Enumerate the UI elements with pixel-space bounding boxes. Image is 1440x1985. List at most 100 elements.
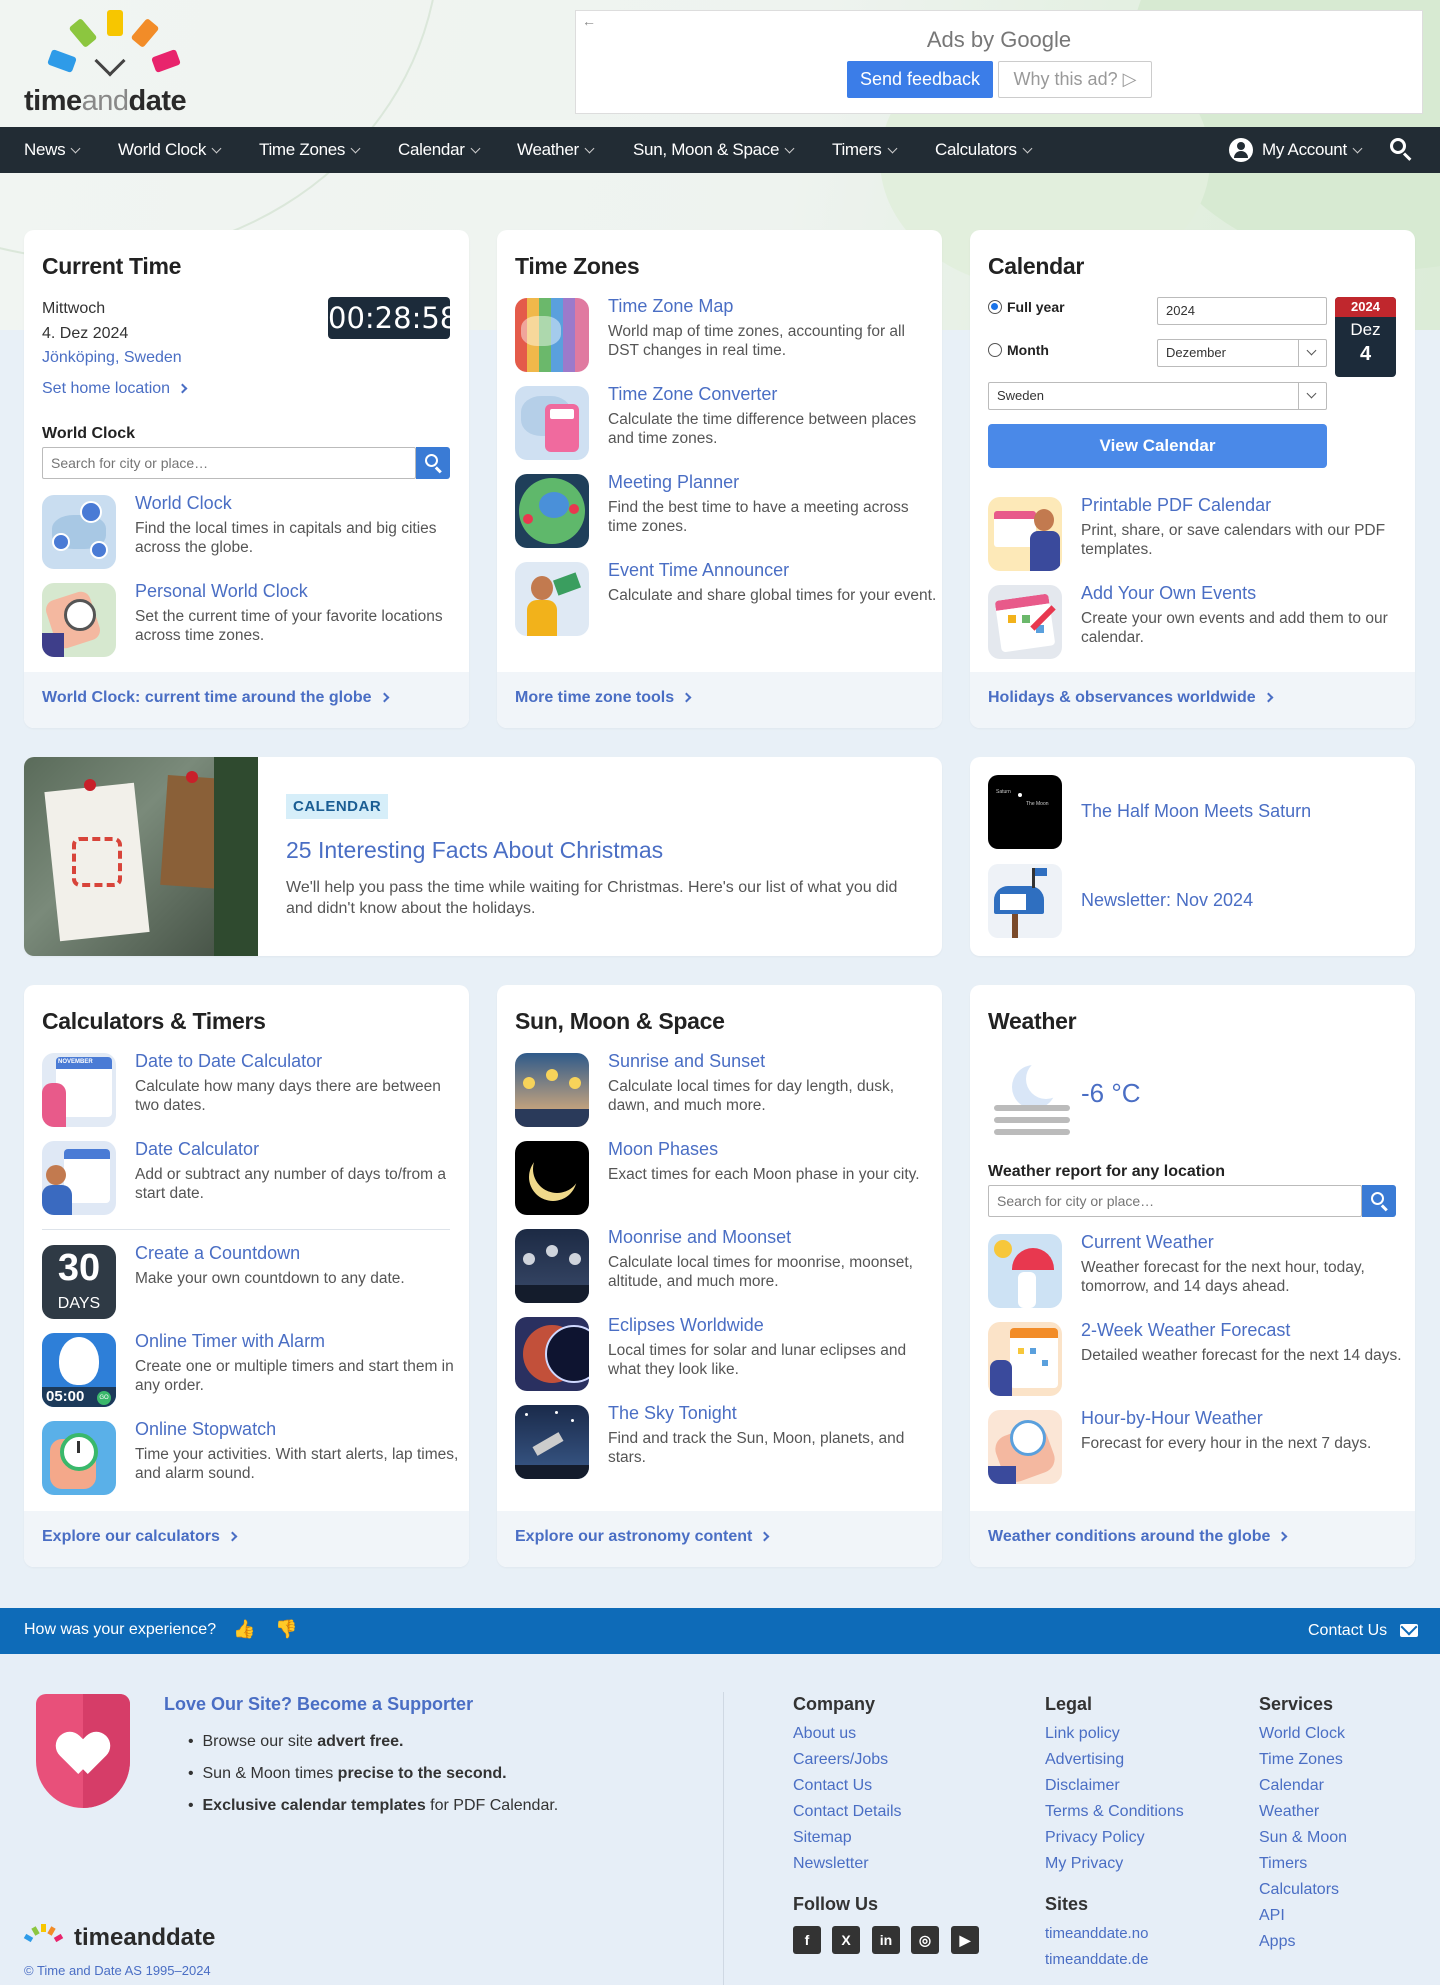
tool-event-time-announcer[interactable]: Event Time Announcer Calculate and share… [515, 560, 936, 638]
tool-meeting-planner[interactable]: Meeting Planner Find the best time to ha… [515, 472, 935, 550]
thumbs-down-icon[interactable]: 👎 [275, 1619, 297, 1640]
tool-title[interactable]: Moon Phases [608, 1139, 718, 1160]
footer-link-advertising[interactable]: Advertising [1045, 1751, 1124, 1769]
tool-title[interactable]: Online Timer with Alarm [135, 1331, 325, 1352]
send-feedback-button[interactable]: Send feedback [847, 61, 993, 98]
tool-date-calculator[interactable]: Date Calculator Add or subtract any numb… [42, 1139, 462, 1217]
footer-link-world-clock[interactable]: World Clock [1259, 1725, 1345, 1743]
tool-current-weather[interactable]: Current Weather Weather forecast for the… [988, 1232, 1408, 1310]
footer-link-about-us[interactable]: About us [793, 1725, 856, 1743]
nav-my-account[interactable]: My Account [1262, 140, 1363, 160]
footer-link-calendar[interactable]: Calendar [1259, 1777, 1324, 1795]
world-clock-footer-link[interactable]: World Clock: current time around the glo… [42, 689, 389, 707]
footer-link-link-policy[interactable]: Link policy [1045, 1725, 1120, 1743]
tool-online-stopwatch[interactable]: Online Stopwatch Time your activities. W… [42, 1419, 462, 1497]
nav-news[interactable]: News [24, 140, 81, 160]
tool-title[interactable]: Moonrise and Moonset [608, 1227, 791, 1248]
tool-title[interactable]: 2-Week Weather Forecast [1081, 1320, 1290, 1341]
thumbs-up-icon[interactable]: 👍 [233, 1619, 255, 1640]
tool-title[interactable]: The Sky Tonight [608, 1403, 737, 1424]
tool-personal-world-clock[interactable]: Personal World Clock Set the current tim… [42, 581, 462, 659]
tool-title[interactable]: Add Your Own Events [1081, 583, 1256, 604]
tool-title[interactable]: Printable PDF Calendar [1081, 495, 1271, 516]
tool-title[interactable]: Create a Countdown [135, 1243, 300, 1264]
tool-2-week-forecast[interactable]: 2-Week Weather Forecast Detailed weather… [988, 1320, 1408, 1398]
month-radio[interactable] [988, 343, 1002, 357]
weather-conditions-link[interactable]: Weather conditions around the globe [988, 1528, 1288, 1546]
country-select[interactable]: Sweden [988, 382, 1327, 410]
x-icon[interactable]: X [832, 1926, 860, 1954]
view-calendar-button[interactable]: View Calendar [988, 424, 1327, 468]
footer-link-site-de[interactable]: timeanddate.de [1045, 1951, 1148, 1968]
tool-title[interactable]: Eclipses Worldwide [608, 1315, 764, 1336]
half-moon-saturn-thumb[interactable]: Saturn The Moon [988, 775, 1062, 849]
tool-moon-phases[interactable]: Moon Phases Exact times for each Moon ph… [515, 1139, 935, 1217]
year-input[interactable]: 2024 [1157, 297, 1327, 325]
instagram-icon[interactable]: ◎ [911, 1926, 939, 1954]
tool-title[interactable]: Current Weather [1081, 1232, 1214, 1253]
explore-calculators-link[interactable]: Explore our calculators [42, 1528, 238, 1546]
nav-weather[interactable]: Weather [517, 140, 595, 160]
linkedin-icon[interactable]: in [872, 1926, 900, 1954]
account-icon[interactable] [1229, 138, 1253, 162]
explore-astronomy-link[interactable]: Explore our astronomy content [515, 1528, 770, 1546]
supporter-title[interactable]: Love Our Site? Become a Supporter [164, 1694, 473, 1715]
nav-calendar[interactable]: Calendar [398, 140, 481, 160]
tool-time-zone-map[interactable]: Time Zone Map World map of time zones, a… [515, 296, 935, 374]
site-logo[interactable]: timeanddate [24, 10, 214, 120]
tool-title[interactable]: Sunrise and Sunset [608, 1051, 765, 1072]
footer-link-api[interactable]: API [1259, 1907, 1285, 1925]
tool-printable-pdf-calendar[interactable]: Printable PDF Calendar Print, share, or … [988, 495, 1408, 573]
facebook-icon[interactable]: f [793, 1926, 821, 1954]
footer-link-timers[interactable]: Timers [1259, 1855, 1307, 1873]
set-home-location-link[interactable]: Set home location [42, 380, 188, 398]
nav-time-zones[interactable]: Time Zones [259, 140, 361, 160]
footer-link-apps[interactable]: Apps [1259, 1933, 1295, 1951]
tool-title[interactable]: Date to Date Calculator [135, 1051, 322, 1072]
footer-link-calculators[interactable]: Calculators [1259, 1881, 1339, 1899]
tool-create-countdown[interactable]: 30 DAYS Create a Countdown Make your own… [42, 1243, 462, 1321]
footer-link-privacy-policy[interactable]: Privacy Policy [1045, 1829, 1145, 1847]
footer-link-contact-details[interactable]: Contact Details [793, 1803, 902, 1821]
tool-eclipses[interactable]: Eclipses Worldwide Local times for solar… [515, 1315, 935, 1393]
tool-world-clock[interactable]: World Clock Find the local times in capi… [42, 493, 462, 571]
nav-world-clock[interactable]: World Clock [118, 140, 222, 160]
news-title[interactable]: The Half Moon Meets Saturn [1081, 801, 1311, 822]
nav-calculators[interactable]: Calculators [935, 140, 1033, 160]
month-select[interactable]: Dezember [1157, 339, 1327, 367]
footer-link-sitemap[interactable]: Sitemap [793, 1829, 852, 1847]
youtube-icon[interactable]: ▶ [951, 1926, 979, 1954]
full-year-radio[interactable] [988, 300, 1002, 314]
search-icon[interactable] [1390, 138, 1412, 161]
tool-title[interactable]: Hour-by-Hour Weather [1081, 1408, 1263, 1429]
location-link[interactable]: Jönköping, Sweden [42, 349, 182, 367]
tool-add-your-own-events[interactable]: Add Your Own Events Create your own even… [988, 583, 1408, 661]
tool-time-zone-converter[interactable]: Time Zone Converter Calculate the time d… [515, 384, 935, 462]
tool-title[interactable]: Online Stopwatch [135, 1419, 276, 1440]
city-search-input[interactable] [42, 447, 416, 479]
search-button[interactable] [416, 447, 450, 479]
footer-link-newsletter[interactable]: Newsletter [793, 1855, 869, 1873]
nav-timers[interactable]: Timers [832, 140, 897, 160]
tool-title[interactable]: Time Zone Converter [608, 384, 777, 405]
tool-title[interactable]: Event Time Announcer [608, 560, 789, 581]
footer-link-weather[interactable]: Weather [1259, 1803, 1319, 1821]
feature-article-card[interactable]: CALENDAR 25 Interesting Facts About Chri… [24, 757, 942, 956]
category-tag[interactable]: CALENDAR [286, 794, 389, 819]
footer-link-terms[interactable]: Terms & Conditions [1045, 1803, 1184, 1821]
tool-hour-by-hour[interactable]: Hour-by-Hour Weather Forecast for every … [988, 1408, 1408, 1486]
footer-link-careers[interactable]: Careers/Jobs [793, 1751, 888, 1769]
footer-link-site-no[interactable]: timeanddate.no [1045, 1925, 1148, 1942]
weather-search-input[interactable] [988, 1185, 1362, 1217]
tool-title[interactable]: World Clock [135, 493, 232, 514]
tool-sunrise-sunset[interactable]: Sunrise and Sunset Calculate local times… [515, 1051, 935, 1129]
holidays-link[interactable]: Holidays & observances worldwide [988, 689, 1274, 707]
tool-title[interactable]: Time Zone Map [608, 296, 733, 317]
mail-icon[interactable] [1400, 1618, 1418, 1637]
weather-search-button[interactable] [1362, 1185, 1396, 1217]
time-zone-tools-link[interactable]: More time zone tools [515, 689, 692, 707]
footer-link-my-privacy[interactable]: My Privacy [1045, 1855, 1123, 1873]
contact-us-link[interactable]: Contact Us [1308, 1622, 1387, 1640]
tool-title[interactable]: Date Calculator [135, 1139, 259, 1160]
tool-date-to-date[interactable]: NOVEMBER Date to Date Calculator Calcula… [42, 1051, 462, 1129]
